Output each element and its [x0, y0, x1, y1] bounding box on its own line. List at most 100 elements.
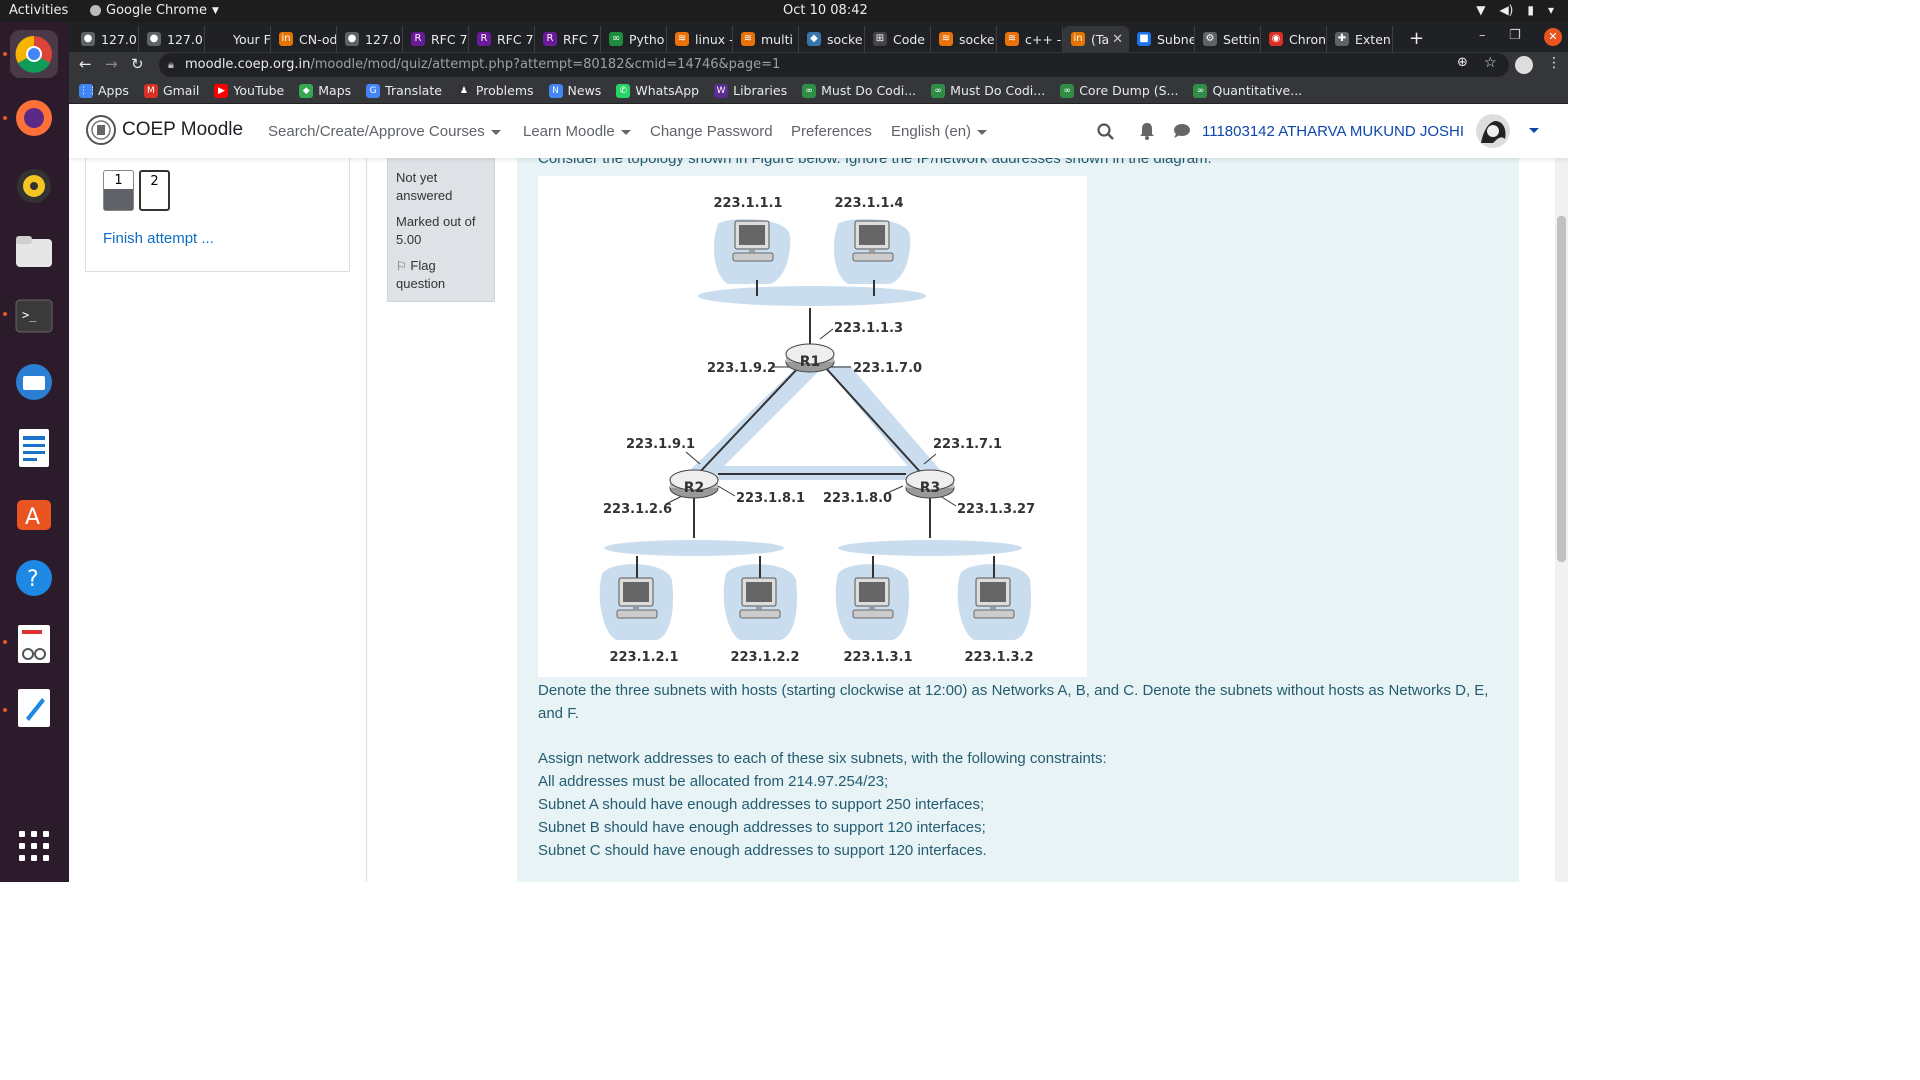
notifications-bell-icon[interactable] [1139, 122, 1155, 140]
restore-icon[interactable]: ❐ [1509, 28, 1521, 43]
quiz-nav-question-2[interactable]: 2 [139, 170, 170, 211]
browser-tab[interactable]: ≋ multi [733, 26, 799, 52]
search-icon[interactable] [1097, 123, 1115, 141]
chrome-icon: ◉ [1269, 32, 1283, 46]
bookmark-item[interactable]: G Translate [366, 83, 442, 98]
browser-tab[interactable]: ⊞ Code [865, 26, 931, 52]
host-label: 223.1.2.2 [730, 650, 799, 665]
dock-document-viewer[interactable] [10, 620, 58, 668]
avatar[interactable] [1475, 113, 1511, 149]
dock-terminal[interactable]: >_ [10, 292, 58, 340]
browser-tab[interactable]: ● 127.0. [337, 26, 403, 52]
chrome-menu-icon[interactable]: ⋮ [1547, 55, 1561, 71]
menu-language[interactable]: English (en) [891, 123, 988, 140]
dock-firefox[interactable] [10, 94, 58, 142]
gfg-icon: ∞ [1193, 83, 1208, 98]
document-viewer-icon [18, 625, 50, 663]
bookmark-item[interactable]: ∞ Quantitative... [1193, 83, 1302, 98]
bookmark-item[interactable]: ∞ Core Dump (S... [1060, 83, 1178, 98]
system-tray[interactable]: ▼ ◀) ▮ ▾ [1476, 3, 1554, 17]
browser-tab[interactable]: in CN-od [271, 26, 337, 52]
files-icon [16, 236, 52, 267]
reload-icon[interactable]: ↻ [131, 55, 144, 73]
browser-tab[interactable]: Your F [205, 26, 271, 52]
browser-tab[interactable]: ⚙ Settin [1195, 26, 1261, 52]
dock-chrome[interactable] [10, 30, 58, 78]
browser-tab[interactable]: ● 127.0. [139, 26, 205, 52]
constraint-line: Subnet C should have enough addresses to… [538, 842, 987, 859]
bookmark-item[interactable]: ∞ Must Do Codi... [931, 83, 1045, 98]
app-menu[interactable]: Google Chrome ▼ [90, 3, 219, 18]
interface-label: 223.1.2.6 [603, 502, 672, 517]
browser-tab[interactable]: ≋ socke [931, 26, 997, 52]
user-menu-name[interactable]: 111803142 ATHARVA MUKUND JOSHI [1202, 123, 1464, 140]
text-editor-icon [18, 689, 50, 727]
finish-attempt-link[interactable]: Finish attempt ... [103, 230, 214, 247]
scrollbar-thumb[interactable] [1557, 216, 1566, 562]
gmail-icon: M [143, 83, 158, 98]
rhythmbox-icon [17, 169, 51, 203]
browser-tab[interactable]: R RFC 7: [403, 26, 469, 52]
menu-courses[interactable]: Search/Create/Approve Courses [268, 123, 501, 140]
network-topology-figure: R1 R2 R3 223.1.1.1 223.1.1.4 223.1.2.1 2… [538, 176, 1087, 677]
browser-tab[interactable]: R RFC 7: [535, 26, 601, 52]
browser-tab[interactable]: ◉ Chron [1261, 26, 1327, 52]
menu-learn-moodle[interactable]: Learn Moodle [523, 123, 631, 140]
quiz-nav-question-1[interactable]: 1 [103, 170, 134, 211]
browser-tab[interactable]: ✚ Exten [1327, 26, 1393, 52]
browser-tab[interactable]: ■ Subne [1129, 26, 1195, 52]
dock-writer[interactable] [10, 424, 58, 472]
browser-tab[interactable]: ● 127.0. [73, 26, 139, 52]
bookmark-star-icon[interactable]: ☆ [1484, 55, 1497, 71]
menu-change-password[interactable]: Change Password [650, 123, 773, 140]
browser-tab[interactable]: ◆ socke [799, 26, 865, 52]
browser-tab[interactable]: ∞ Pytho [601, 26, 667, 52]
browser-tab[interactable]: ≋ c++ - [997, 26, 1063, 52]
gfg-icon: ∞ [1060, 83, 1075, 98]
dock-text-editor[interactable] [10, 684, 58, 732]
close-tab-icon[interactable]: ✕ [1112, 32, 1123, 47]
bookmark-item[interactable]: ◆ Maps [299, 83, 351, 98]
dock-software[interactable]: A [10, 488, 58, 536]
browser-tab[interactable]: ≋ linux - [667, 26, 733, 52]
activities-button[interactable]: Activities [9, 3, 68, 18]
menu-preferences[interactable]: Preferences [791, 123, 872, 140]
bookmark-item[interactable]: ▶ YouTube [214, 83, 284, 98]
in-icon: in [279, 32, 293, 46]
close-window-icon[interactable]: ✕ [1544, 28, 1562, 46]
coep-logo-icon[interactable] [85, 114, 117, 146]
quiz-nav-number: 1 [114, 173, 123, 188]
messages-chat-icon[interactable] [1173, 123, 1191, 139]
browser-tab[interactable]: in (Ta ✕ [1063, 26, 1129, 52]
minimize-icon[interactable]: – [1479, 28, 1486, 43]
dock-rhythmbox[interactable] [10, 162, 58, 210]
site-brand[interactable]: COEP Moodle [122, 119, 243, 141]
forward-icon[interactable]: → [105, 55, 118, 73]
user-caret-icon[interactable] [1529, 128, 1539, 133]
rfc-icon: R [543, 32, 557, 46]
back-icon[interactable]: ← [79, 55, 92, 73]
address-bar[interactable]: 🔒︎ moodle.coep.org.in/moodle/mod/quiz/at… [159, 53, 1509, 77]
bookmark-item[interactable]: W Libraries [714, 83, 787, 98]
new-tab-icon[interactable]: + [1409, 28, 1424, 49]
page-scrollbar[interactable] [1555, 158, 1568, 882]
youtube-icon: ▶ [214, 83, 229, 98]
dock-files[interactable] [10, 228, 58, 276]
dock-help[interactable]: ? [10, 554, 58, 602]
bookmark-item[interactable]: ∞ Must Do Codi... [802, 83, 916, 98]
browser-tab[interactable]: R RFC 7: [469, 26, 535, 52]
square-icon: ■ [1137, 32, 1151, 46]
bookmark-item[interactable]: M Gmail [143, 83, 199, 98]
zoom-icon[interactable]: ⊕ [1457, 55, 1468, 70]
bookmark-item[interactable]: ♟ Problems [456, 83, 534, 98]
flag-question-link[interactable]: ⚐ Flag question [396, 257, 486, 293]
router-r2-label: R2 [684, 480, 705, 496]
bookmark-label: YouTube [233, 83, 285, 98]
profile-avatar-icon[interactable] [1515, 56, 1533, 74]
show-applications-button[interactable] [10, 822, 58, 870]
bookmark-item[interactable]: ✆ WhatsApp [616, 83, 699, 98]
system-clock[interactable]: Oct 10 08:42 [783, 3, 868, 18]
bookmark-item[interactable]: ⋮⋮ Apps [79, 83, 129, 98]
bookmark-item[interactable]: N News [548, 83, 601, 98]
dock-thunderbird[interactable] [10, 358, 58, 406]
